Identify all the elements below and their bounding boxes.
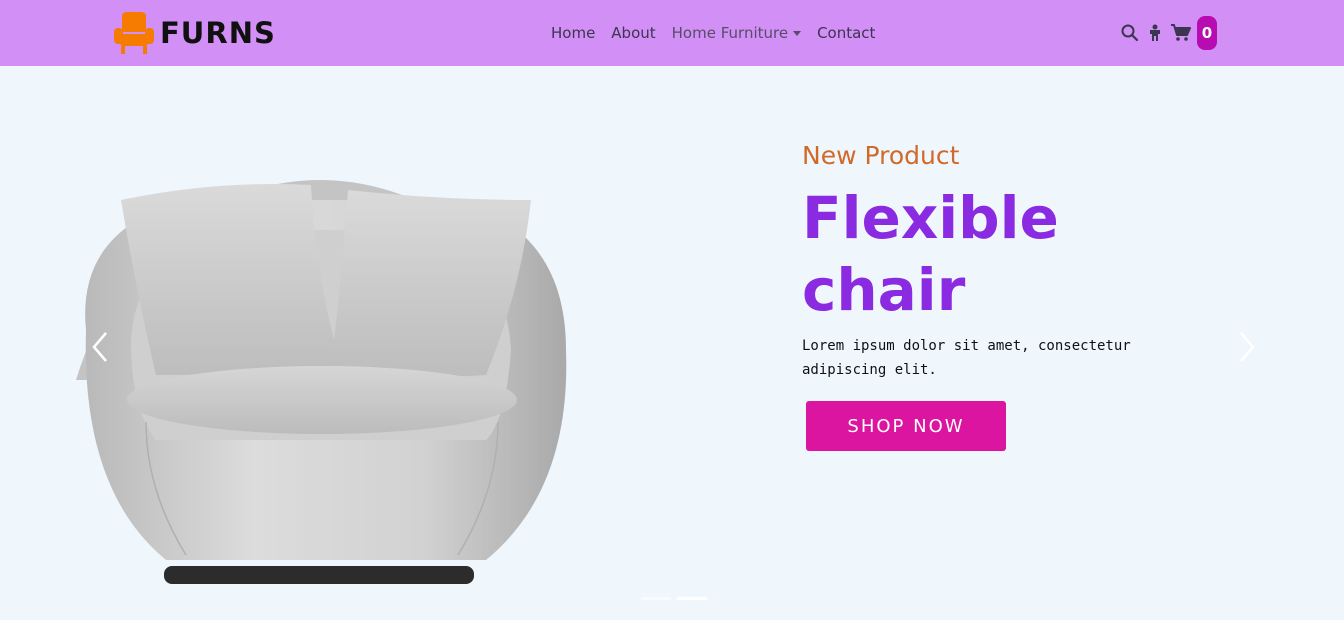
carousel-indicator-1[interactable] — [641, 597, 671, 600]
hero-title-line-1: Flexible — [802, 184, 1059, 252]
brand-logo[interactable]: FURNS — [114, 12, 276, 54]
user-icon[interactable] — [1149, 24, 1161, 42]
shop-now-button[interactable]: SHOP NOW — [806, 401, 1006, 451]
navbar: FURNS Home About Home Furniture Contact — [0, 0, 1344, 66]
hero-description: Lorem ipsum dolor sit amet, consectetur … — [802, 338, 1131, 378]
product-image — [66, 160, 574, 588]
carousel-indicators — [641, 597, 713, 600]
carousel-prev-button[interactable] — [86, 329, 114, 365]
cart-icon[interactable] — [1171, 24, 1191, 42]
carousel-next-button[interactable] — [1233, 329, 1261, 365]
chevron-right-icon — [1240, 332, 1255, 362]
armchair-icon — [114, 12, 154, 54]
search-icon[interactable] — [1121, 24, 1139, 42]
nav-icons: 0 — [1121, 16, 1217, 50]
caret-down-icon — [793, 30, 802, 36]
cart-count-badge[interactable]: 0 — [1197, 16, 1217, 50]
nav-link-about[interactable]: About — [611, 24, 655, 42]
hero-carousel: New Product Flexible chair Lorem ipsum d… — [0, 66, 1344, 620]
hero-title: Flexible chair — [802, 182, 1162, 326]
nav-link-home-furniture-label: Home Furniture — [671, 24, 789, 42]
nav-link-home[interactable]: Home — [551, 24, 595, 42]
carousel-indicator-2[interactable] — [677, 597, 707, 600]
hero-title-line-2: chair — [802, 256, 966, 324]
hero-subtitle: New Product — [802, 141, 960, 170]
nav-link-home-furniture[interactable]: Home Furniture — [671, 24, 802, 42]
chevron-left-icon — [92, 332, 107, 362]
nav-link-contact[interactable]: Contact — [817, 24, 875, 42]
brand-name: FURNS — [160, 16, 276, 50]
main-nav: Home About Home Furniture Contact — [551, 0, 891, 66]
